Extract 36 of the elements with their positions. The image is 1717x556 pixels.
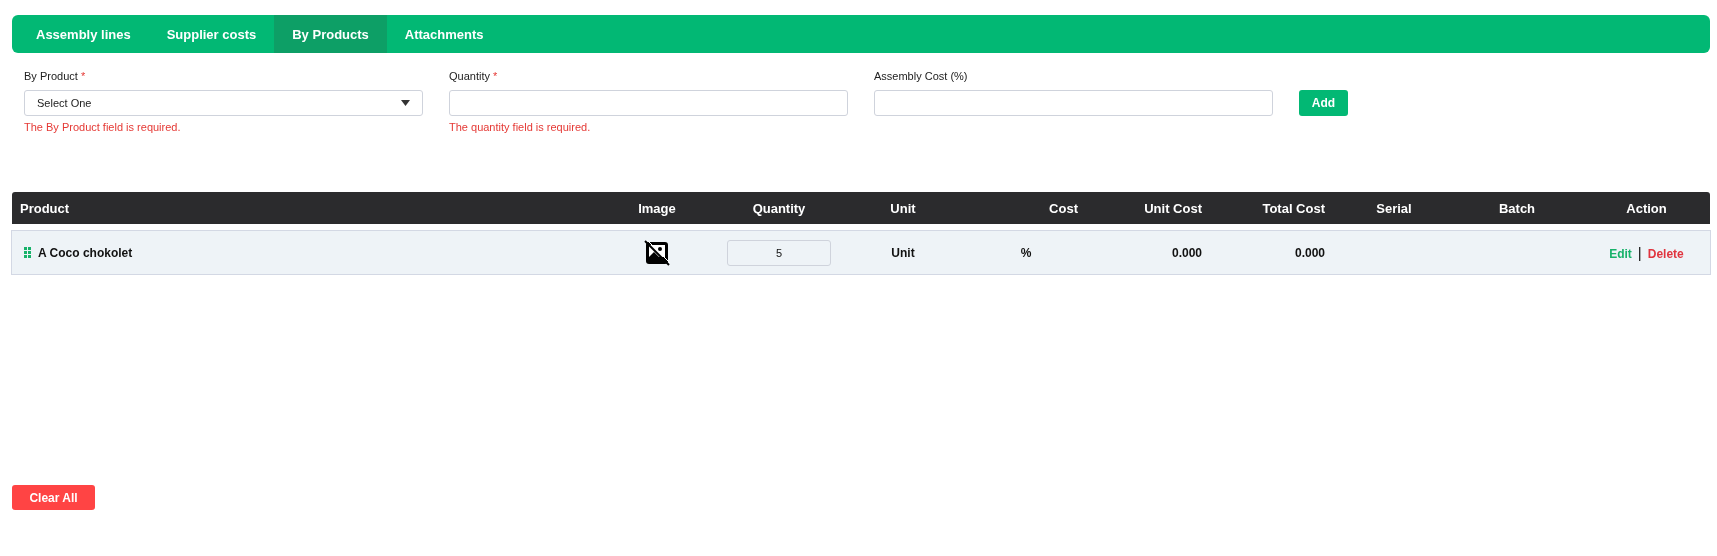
column-header: Product	[12, 192, 600, 224]
table-cell: %	[1020, 245, 1032, 260]
error-message: The quantity field is required.	[449, 121, 591, 133]
drag-handle-icon[interactable]	[24, 247, 31, 258]
delete-link[interactable]: Delete	[1647, 247, 1684, 261]
add-button[interactable]: Add	[1299, 90, 1348, 116]
input-field[interactable]	[449, 90, 848, 116]
column-header: Image	[600, 192, 714, 224]
field-label: Quantity *	[449, 70, 498, 84]
quantity-field[interactable]: 5	[727, 239, 831, 266]
table-cell: Unit	[891, 245, 915, 260]
tab[interactable]: Assembly lines	[18, 15, 149, 53]
caret-icon	[401, 100, 410, 106]
column-header: Serial	[1337, 192, 1451, 224]
tab[interactable]: Attachments	[386, 15, 502, 53]
table-cell: 0.000	[1294, 245, 1325, 260]
clear-all-button[interactable]: Clear All	[12, 485, 95, 510]
column-header: Action	[1583, 192, 1710, 224]
column-header: Batch	[1451, 192, 1583, 224]
column-header: Quantity	[714, 192, 844, 224]
column-header: Unit Cost	[1090, 192, 1214, 224]
image-placeholder-icon	[644, 239, 670, 266]
column-header: Total Cost	[1214, 192, 1337, 224]
input-field[interactable]	[874, 90, 1273, 116]
table-cell: 0.000	[1171, 245, 1202, 260]
column-header: Unit	[844, 192, 962, 224]
tab[interactable]: Supplier costs	[148, 15, 275, 53]
column-header: Cost	[962, 192, 1090, 224]
error-message: The By Product field is required.	[24, 121, 181, 133]
product-name: A Coco chokolet	[38, 245, 133, 260]
field-label: By Product *	[24, 70, 86, 84]
separator: |	[1637, 244, 1642, 261]
field-label: Assembly Cost (%)	[874, 70, 968, 84]
select-field[interactable]: Select One	[24, 90, 423, 116]
edit-link[interactable]: Edit	[1609, 247, 1632, 261]
tab[interactable]: By Products	[274, 15, 387, 53]
